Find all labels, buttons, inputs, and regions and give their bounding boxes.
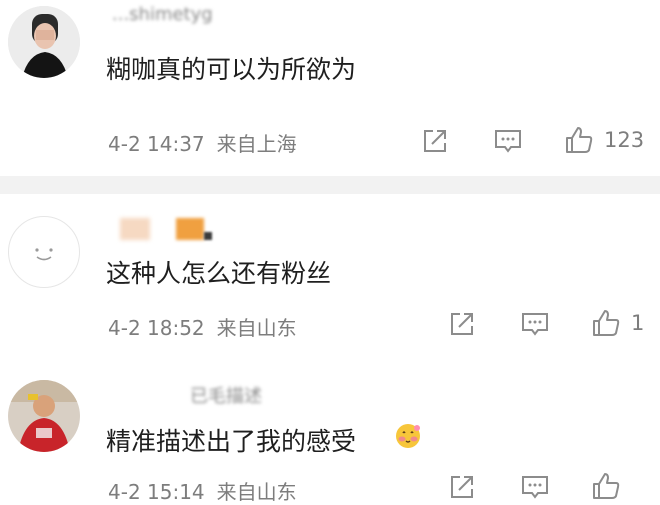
username-redacted-block — [204, 232, 212, 240]
comment-time: 4-2 14:37 — [108, 132, 205, 156]
comment-location: 来自山东 — [216, 480, 297, 504]
comment-location: 来自上海 — [216, 132, 297, 156]
comment-icon — [522, 476, 548, 499]
avatar[interactable] — [8, 380, 80, 452]
comment-time: 4-2 15:14 — [108, 480, 205, 504]
separator — [0, 176, 660, 194]
reply-button[interactable] — [492, 126, 524, 156]
comment-item-1: ...shimetyg 糊咖真的可以为所欲为 4-2 14:37 来自上海 123 — [0, 0, 660, 176]
comment-meta: 4-2 18:52 来自山东 — [108, 312, 297, 341]
username-redacted-block — [176, 218, 204, 240]
smiley-face-avatar-icon — [35, 248, 53, 261]
share-icon — [451, 476, 473, 498]
like-button[interactable] — [591, 471, 631, 501]
avatar[interactable] — [8, 216, 80, 288]
username[interactable]: 已毛描述 — [190, 382, 262, 408]
comment-item-3: 已毛描述 精准描述出了我的感受 4-2 15:14 来自山东 — [0, 354, 660, 504]
username[interactable]: ...shimetyg — [112, 4, 213, 25]
comment-location: 来自山东 — [216, 316, 297, 340]
avatar[interactable] — [8, 6, 80, 78]
thumbs-up-icon — [593, 310, 620, 336]
comment-meta: 4-2 15:14 来自山东 — [108, 476, 297, 505]
like-count: 1 — [631, 311, 645, 335]
share-icon — [451, 313, 473, 335]
share-icon — [424, 130, 446, 152]
comment-text: 这种人怎么还有粉丝 — [106, 259, 332, 288]
reply-button[interactable] — [519, 472, 551, 502]
user-photo-avatar-icon — [8, 380, 80, 452]
comment-icon — [522, 313, 548, 336]
comment-item-2: 这种人怎么还有粉丝 4-2 18:52 来自山东 1 — [0, 194, 660, 354]
comment-text: 精准描述出了我的感受 — [106, 427, 357, 456]
like-count: 123 — [604, 128, 645, 152]
share-button[interactable] — [447, 472, 477, 502]
thumbs-up-icon — [566, 127, 593, 153]
comment-text: 糊咖真的可以为所欲为 — [106, 55, 357, 84]
comment-time: 4-2 18:52 — [108, 316, 205, 340]
username-redacted-block — [120, 218, 150, 240]
username-blurred[interactable] — [120, 218, 216, 242]
like-button[interactable]: 123 — [564, 125, 644, 155]
like-button[interactable]: 1 — [591, 308, 644, 338]
thumbs-up-icon — [593, 473, 620, 499]
user-photo-avatar-icon — [8, 6, 80, 78]
comment-meta: 4-2 14:37 来自上海 — [108, 128, 297, 157]
comment-icon — [495, 130, 521, 153]
blushing-emoji-icon — [394, 422, 422, 454]
reply-button[interactable] — [519, 309, 551, 339]
share-button[interactable] — [447, 309, 477, 339]
share-button[interactable] — [420, 126, 450, 156]
